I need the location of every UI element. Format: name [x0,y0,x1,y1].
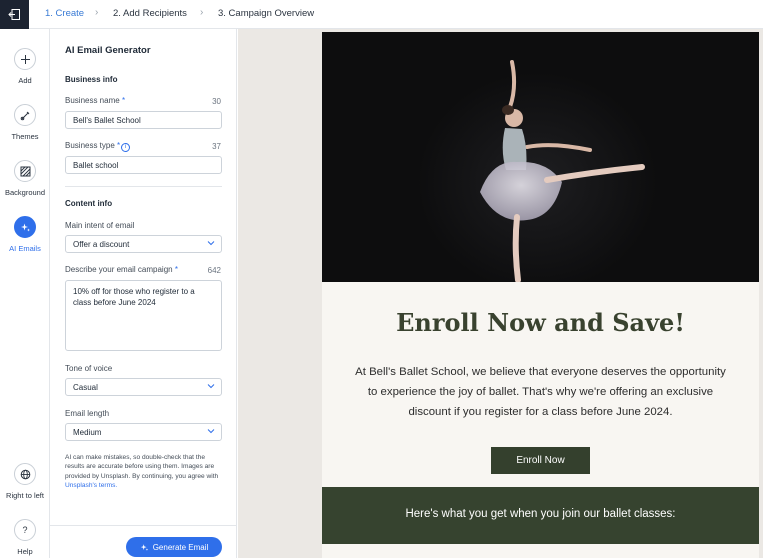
email-body[interactable]: At Bell's Ballet School, we believe that… [350,362,731,422]
intent-value: Offer a discount [73,240,130,249]
tone-value: Casual [73,383,98,392]
business-name-count: 30 [212,97,221,106]
hero-image[interactable] [322,32,759,282]
rail-label-add: Add [18,76,32,85]
rail-item-right-to-left[interactable]: Right to left [0,463,50,500]
panel-title: AI Email Generator [65,45,151,56]
rail-label-help: Help [17,547,33,556]
exit-button[interactable] [0,0,29,29]
info-icon[interactable]: i [121,143,131,152]
generate-email-button[interactable]: Generate Email [126,537,222,557]
step-campaign-overview[interactable]: 3. Campaign Overview [218,8,314,19]
brush-icon [14,104,36,126]
rail-label-background: Background [4,188,46,197]
length-select[interactable]: Medium [65,423,222,441]
chevron-down-icon [207,241,215,246]
business-type-input[interactable]: Ballet school [65,156,222,174]
rail-item-themes[interactable]: Themes [0,104,50,141]
plus-icon [14,48,36,70]
rail-label-ai-emails: AI Emails [9,244,41,253]
length-label: Email length [65,409,110,418]
intent-select[interactable]: Offer a discount [65,235,222,253]
section-business-info: Business info [65,75,118,84]
rail-item-background[interactable]: Background [0,160,50,197]
business-type-count: 37 [212,142,221,151]
tone-label: Tone of voice [65,364,113,373]
email-preview[interactable]: Enroll Now and Save! At Bell's Ballet Sc… [322,32,759,558]
chevron-right-icon: › [95,7,99,18]
describe-count: 642 [207,266,221,275]
enroll-now-button[interactable]: Enroll Now [491,447,590,474]
sparkle-icon [14,216,36,238]
unsplash-terms-link[interactable]: Unsplash's terms. [65,482,117,489]
top-bar: 1. Create › 2. Add Recipients › 3. Campa… [0,0,763,29]
hatch-icon [14,160,36,182]
generate-email-label: Generate Email [152,542,209,552]
step-add-recipients[interactable]: 2. Add Recipients [113,8,187,19]
chevron-down-icon [207,384,215,389]
question-icon: ? [14,519,36,541]
rail-item-ai-emails[interactable]: AI Emails [0,216,50,253]
business-name-label: Business name * [65,96,126,105]
email-headline[interactable]: Enroll Now and Save! [322,308,759,337]
chevron-down-icon [207,429,215,434]
step-create[interactable]: 1. Create [45,8,84,19]
section-content-info: Content info [65,199,113,208]
sparkle-icon [140,543,148,551]
rail-item-add[interactable]: Add [0,48,50,85]
describe-textarea[interactable]: 10% off for those who register to a clas… [65,280,222,351]
tone-select[interactable]: Casual [65,378,222,396]
intent-label: Main intent of email [65,221,135,230]
business-type-label: Business type * i [65,141,131,152]
ballerina-image [322,32,759,282]
disclaimer-text: AI can make mistakes, so double-check th… [65,454,219,490]
rail-label-right-to-left: Right to left [6,491,44,500]
globe-icon [14,463,36,485]
business-name-input[interactable]: Bell's Ballet School [65,111,222,129]
panel-footer-divider [50,525,237,526]
email-canvas: Enroll Now and Save! At Bell's Ballet Sc… [238,29,763,558]
rail-label-themes: Themes [11,132,39,141]
describe-label: Describe your email campaign * [65,265,178,274]
chevron-right-icon: › [200,7,204,18]
left-rail: Add Themes Background AI Emails Right to… [0,29,50,558]
ai-email-generator-panel: AI Email Generator Business info Busines… [50,29,237,558]
divider [65,186,222,187]
rail-item-help[interactable]: ? Help [0,519,50,556]
length-value: Medium [73,428,102,437]
exit-icon [8,9,20,20]
benefits-band[interactable]: Here's what you get when you join our ba… [322,487,759,544]
